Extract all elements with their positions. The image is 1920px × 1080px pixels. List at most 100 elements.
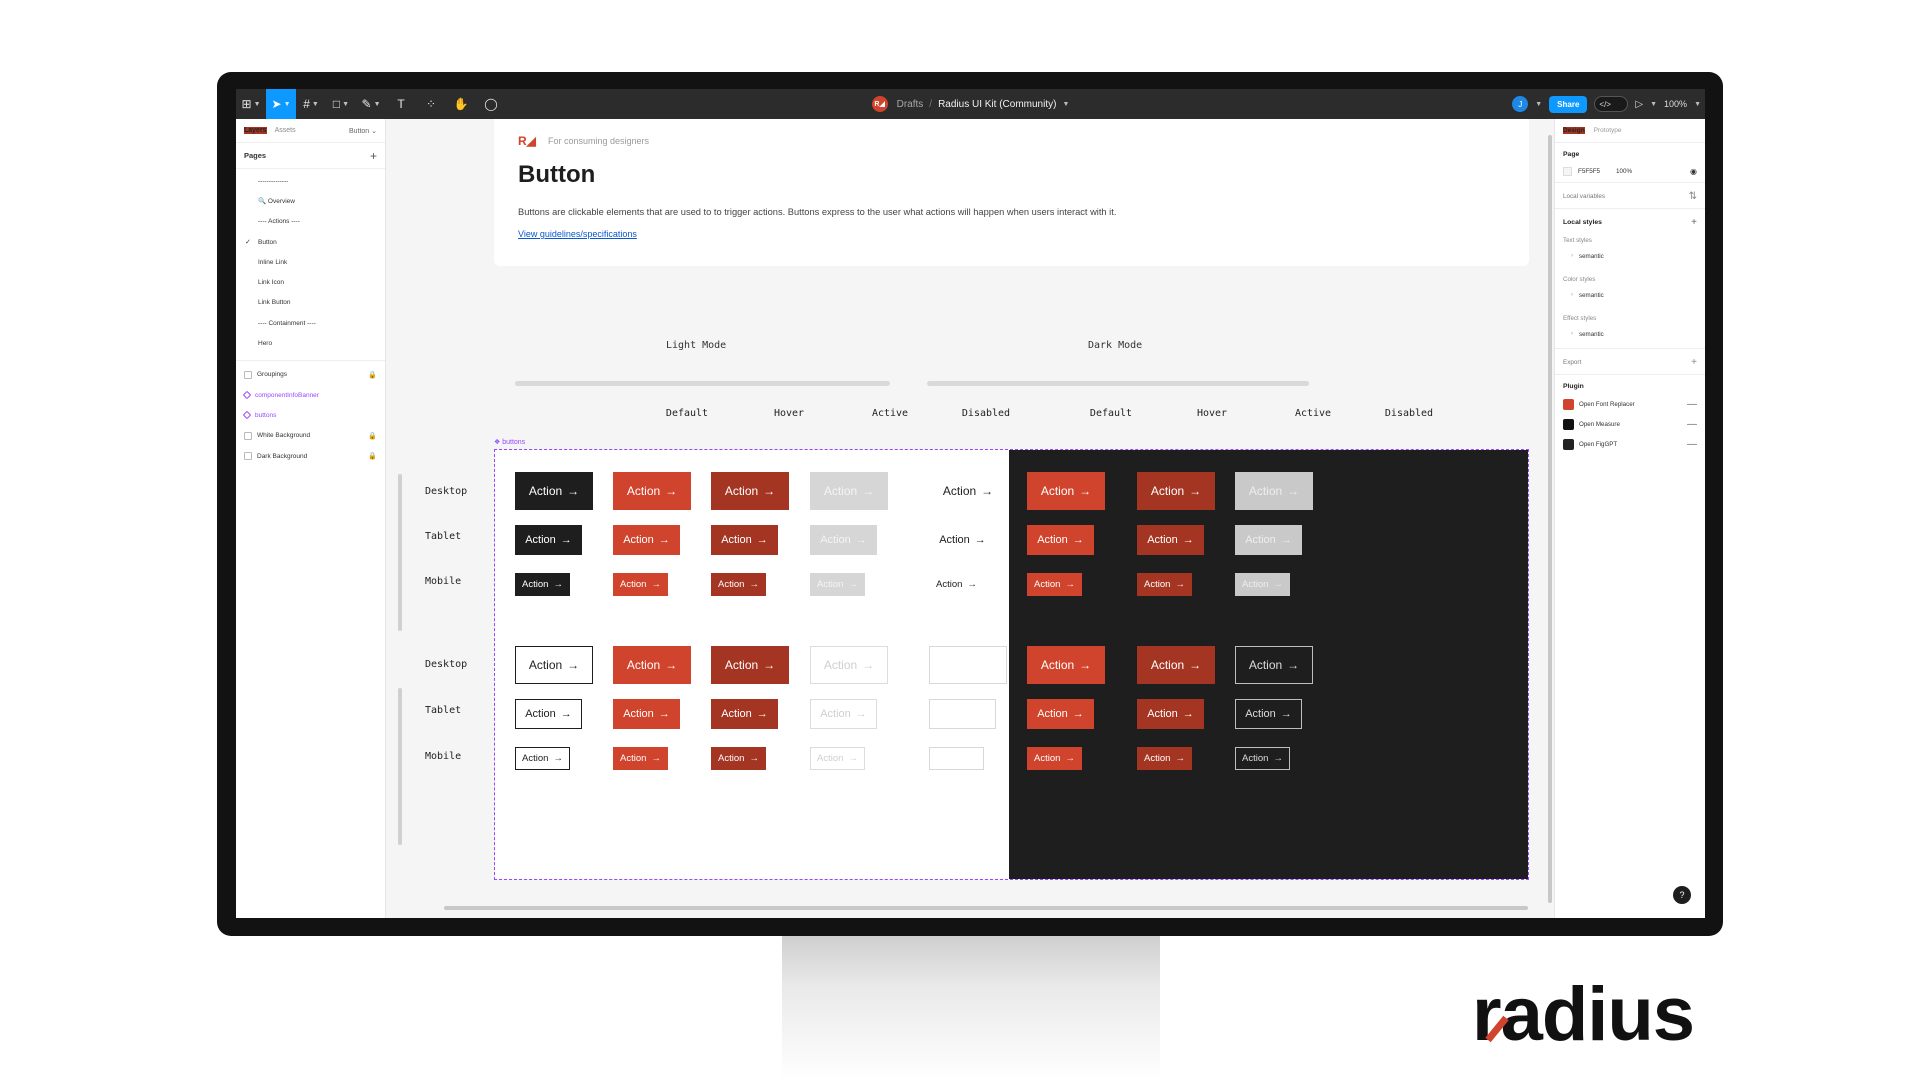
action-button-outline-dark-disabled-mobile[interactable]: Action → (1235, 746, 1290, 770)
action-button-filled-light-default-tablet[interactable]: Action → (515, 525, 582, 555)
action-button-outline-dark-active-desktop[interactable]: Action → (1137, 646, 1215, 684)
text-tool-icon[interactable]: T (386, 89, 416, 119)
action-button-outline-dark-active-mobile[interactable]: Action → (1137, 746, 1192, 770)
page-item[interactable]: 🔍 Overview (236, 191, 385, 211)
remove-icon[interactable]: — (1687, 439, 1697, 450)
page-opacity-value[interactable]: 100% (1616, 168, 1632, 175)
chevron-down-icon[interactable]: ▼ (1535, 101, 1542, 108)
hand-tool-icon[interactable]: ✋ (446, 89, 476, 119)
page-item[interactable]: ---- Actions ---- (236, 212, 385, 232)
page-item[interactable]: Hero (236, 333, 385, 353)
action-button-outline-light-default-mobile[interactable]: Action → (515, 746, 570, 770)
action-button-outline-light-active-mobile[interactable]: Action → (711, 746, 766, 770)
action-button-outline-light-active-tablet[interactable]: Action → (711, 699, 778, 729)
text-style-group[interactable]: › semantic (1563, 253, 1697, 260)
action-button-outline-dark-hover-tablet[interactable]: Action → (1027, 699, 1094, 729)
action-button-outline-light-hover-desktop[interactable]: Action → (613, 646, 691, 684)
guidelines-link[interactable]: View guidelines/specifications (518, 229, 637, 239)
page-item[interactable]: ---- Containment ---- (236, 313, 385, 333)
vertical-scrollbar[interactable] (1548, 135, 1552, 903)
remove-icon[interactable]: — (1687, 419, 1697, 430)
action-button-outline-dark-default-mobile[interactable]: Action → (929, 746, 984, 770)
help-button[interactable]: ? (1673, 886, 1691, 904)
horizontal-scrollbar[interactable] (444, 906, 1528, 910)
plugin-item[interactable]: Open Font Replacer — (1563, 399, 1697, 410)
effect-style-group[interactable]: › semantic (1563, 331, 1697, 338)
action-button-filled-dark-default-desktop[interactable]: Action → (929, 472, 1007, 510)
action-button-outline-dark-default-tablet[interactable]: Action → (929, 699, 996, 729)
action-button-filled-light-default-mobile[interactable]: Action → (515, 572, 570, 596)
color-swatch[interactable] (1563, 167, 1572, 176)
page-color-value[interactable]: F5F5F5 (1578, 168, 1600, 175)
tab-design[interactable]: Design (1563, 127, 1585, 134)
plugin-item[interactable]: Open Measure — (1563, 419, 1697, 430)
local-variables-row[interactable]: Local variables ⇅ (1563, 191, 1697, 202)
frame-tool-icon[interactable]: # ▼ (296, 89, 326, 119)
action-button-filled-dark-hover-tablet[interactable]: Action → (1027, 525, 1094, 555)
chevron-down-icon[interactable]: ▼ (1650, 101, 1657, 108)
action-button-filled-dark-default-tablet[interactable]: Action → (929, 525, 996, 555)
share-button[interactable]: Share (1549, 95, 1588, 113)
remove-icon[interactable]: — (1687, 399, 1697, 410)
tab-assets[interactable]: Assets (275, 127, 296, 134)
action-button-outline-dark-disabled-tablet[interactable]: Action → (1235, 699, 1302, 729)
tab-layers[interactable]: Layers (244, 127, 267, 134)
action-button-filled-dark-active-tablet[interactable]: Action → (1137, 525, 1204, 555)
action-button-outline-light-disabled-tablet[interactable]: Action → (810, 699, 877, 729)
add-style-icon[interactable]: + (1691, 217, 1697, 228)
action-button-outline-dark-hover-mobile[interactable]: Action → (1027, 746, 1082, 770)
action-button-filled-dark-disabled-desktop[interactable]: Action → (1235, 472, 1313, 510)
figma-menu-icon[interactable]: ⊞ ▼ (236, 89, 266, 119)
comment-tool-icon[interactable]: ◯ (476, 89, 506, 119)
tab-prototype[interactable]: Prototype (1594, 127, 1622, 134)
action-button-filled-light-disabled-mobile[interactable]: Action → (810, 572, 865, 596)
action-button-filled-light-hover-tablet[interactable]: Action → (613, 525, 680, 555)
page-item[interactable]: Link Icon (236, 272, 385, 292)
action-button-outline-dark-active-tablet[interactable]: Action → (1137, 699, 1204, 729)
shape-tool-icon[interactable]: □ ▼ (326, 89, 356, 119)
plugin-item[interactable]: Open FigGPT — (1563, 439, 1697, 450)
action-button-outline-dark-hover-desktop[interactable]: Action → (1027, 646, 1105, 684)
action-button-filled-dark-disabled-tablet[interactable]: Action → (1235, 525, 1302, 555)
lock-icon[interactable]: 🔒 (368, 371, 377, 379)
component-tag[interactable]: ❖ buttons (494, 438, 525, 446)
lock-icon[interactable]: 🔒 (368, 432, 377, 440)
canvas[interactable]: R◢ For consuming designers Button Button… (387, 119, 1554, 918)
action-button-filled-dark-hover-desktop[interactable]: Action → (1027, 472, 1105, 510)
action-button-filled-light-hover-desktop[interactable]: Action → (613, 472, 691, 510)
move-tool-icon[interactable]: ➤ ▼ (266, 89, 296, 119)
action-button-filled-light-active-mobile[interactable]: Action → (711, 572, 766, 596)
sliders-icon[interactable]: ⇅ (1689, 191, 1697, 202)
action-button-filled-dark-default-mobile[interactable]: Action → (929, 572, 984, 596)
lock-icon[interactable]: 🔒 (368, 452, 377, 460)
page-item[interactable]: Inline Link (236, 252, 385, 272)
component-info-banner[interactable]: R◢ For consuming designers Button Button… (494, 119, 1529, 266)
action-button-outline-light-disabled-mobile[interactable]: Action → (810, 746, 865, 770)
action-button-outline-dark-default-desktop[interactable]: Action → (929, 646, 1007, 684)
resources-icon[interactable]: ⁘ (416, 89, 446, 119)
zoom-level[interactable]: 100% (1664, 99, 1687, 109)
action-button-outline-light-active-desktop[interactable]: Action → (711, 646, 789, 684)
action-button-filled-light-active-tablet[interactable]: Action → (711, 525, 778, 555)
page-item[interactable]: -------------- (236, 171, 385, 191)
page-item[interactable]: Link Button (236, 293, 385, 313)
file-name[interactable]: Radius UI Kit (Community) (938, 99, 1056, 110)
action-button-outline-light-default-tablet[interactable]: Action → (515, 699, 582, 729)
avatar[interactable]: J (1512, 96, 1529, 112)
action-button-filled-light-hover-mobile[interactable]: Action → (613, 572, 668, 596)
layer-item[interactable]: Dark Background 🔒 (236, 446, 385, 466)
eye-icon[interactable]: ◉ (1690, 167, 1697, 176)
action-button-filled-dark-active-mobile[interactable]: Action → (1137, 572, 1192, 596)
action-button-outline-light-disabled-desktop[interactable]: Action → (810, 646, 888, 684)
drafts-link[interactable]: Drafts (897, 99, 924, 110)
chevron-down-icon[interactable]: ▼ (1062, 101, 1069, 108)
action-button-filled-dark-disabled-mobile[interactable]: Action → (1235, 572, 1290, 596)
pen-tool-icon[interactable]: ✎ ▼ (356, 89, 386, 119)
dev-mode-toggle[interactable]: </> (1594, 96, 1629, 112)
layer-item[interactable]: Groupings 🔒 (236, 365, 385, 385)
action-button-outline-light-default-desktop[interactable]: Action → (515, 646, 593, 684)
page-fill-row[interactable]: F5F5F5 100% ◉ (1563, 167, 1697, 176)
add-page-icon[interactable]: + (370, 149, 377, 163)
action-button-filled-light-disabled-desktop[interactable]: Action → (810, 472, 888, 510)
action-button-outline-light-hover-tablet[interactable]: Action → (613, 699, 680, 729)
